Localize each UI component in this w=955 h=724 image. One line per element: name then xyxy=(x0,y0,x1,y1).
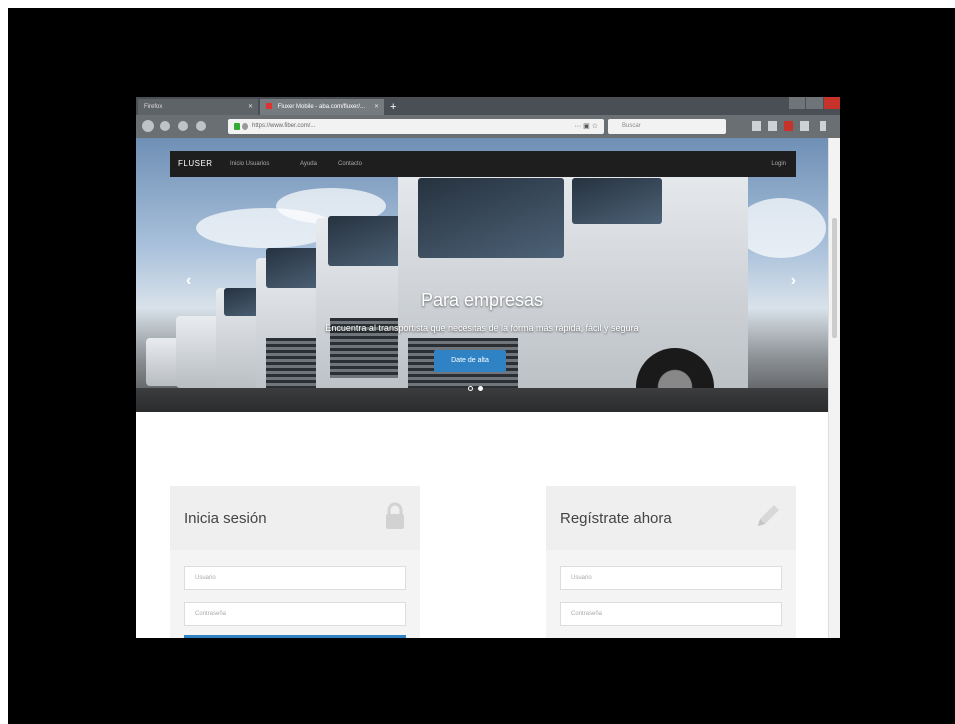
nav-link-login[interactable]: Login xyxy=(771,151,786,177)
close-icon[interactable]: ✕ xyxy=(374,99,379,115)
signup-button[interactable]: Date de alta xyxy=(434,350,506,372)
search-placeholder: Buscar xyxy=(622,123,641,129)
cloud-image xyxy=(736,198,826,258)
login-panel: Inicia sesión Usuario Contraseña xyxy=(170,486,420,638)
window-controls xyxy=(788,97,840,109)
tab-label: Firefox xyxy=(144,104,163,110)
menu-icon[interactable] xyxy=(820,121,826,131)
search-input[interactable]: Buscar xyxy=(608,119,726,134)
hero-carousel: FLUSER Inicio Usuarios Ayuda Contacto Lo… xyxy=(136,138,828,412)
lock-icon xyxy=(386,502,404,529)
home-icon[interactable] xyxy=(196,121,206,131)
page-scrollbar[interactable] xyxy=(828,138,840,638)
carousel-next-icon[interactable]: › xyxy=(791,272,796,290)
truck-window-image xyxy=(418,178,564,258)
hero-subtitle: Encuentra al transportista que necesitas… xyxy=(325,323,639,333)
lock-icon xyxy=(234,123,240,130)
truck-window-image xyxy=(572,178,662,224)
web-page: FLUSER Inicio Usuarios Ayuda Contacto Lo… xyxy=(136,138,828,638)
register-username-field[interactable]: Usuario xyxy=(560,566,782,590)
back-icon[interactable] xyxy=(142,120,154,132)
scrollbar-thumb[interactable] xyxy=(832,218,837,338)
tab-label: Fluxer Mobile - aba.com/fluxer/... xyxy=(277,104,366,110)
carousel-prev-icon[interactable]: ‹ xyxy=(186,272,191,290)
close-icon[interactable]: ✕ xyxy=(248,99,253,115)
forward-icon[interactable] xyxy=(160,121,170,131)
minimize-icon[interactable] xyxy=(789,97,806,109)
register-panel-header: Regístrate ahora xyxy=(546,486,796,550)
road-image xyxy=(136,388,828,412)
login-password-field[interactable]: Contraseña xyxy=(184,602,406,626)
favicon-icon xyxy=(266,103,272,110)
extension-icon[interactable] xyxy=(784,121,793,131)
info-icon[interactable] xyxy=(242,123,248,130)
sidebar-icon[interactable] xyxy=(768,121,777,131)
window-close-icon[interactable] xyxy=(823,97,840,109)
maximize-icon[interactable] xyxy=(806,97,823,109)
register-username-placeholder: Usuario xyxy=(571,575,592,581)
login-title: Inicia sesión xyxy=(184,510,267,527)
library-icon[interactable] xyxy=(752,121,761,131)
login-submit-button[interactable] xyxy=(184,635,406,638)
tab-inactive[interactable]: Firefox ✕ xyxy=(138,99,258,115)
screenshot-icon[interactable] xyxy=(800,121,809,131)
nav-link-contacto[interactable]: Contacto xyxy=(338,151,362,177)
url-text: https://www.fiber.com/... xyxy=(252,123,316,129)
login-password-placeholder: Contraseña xyxy=(195,611,227,617)
carousel-indicators xyxy=(468,386,483,391)
site-logo[interactable]: FLUSER xyxy=(178,151,213,177)
nav-link-inicio[interactable]: Inicio Usuarios xyxy=(230,151,269,177)
site-navbar: FLUSER Inicio Usuarios Ayuda Contacto Lo… xyxy=(170,151,796,177)
register-password-field[interactable]: Contraseña xyxy=(560,602,782,626)
tab-bar: Firefox ✕ Fluxer Mobile - aba.com/fluxer… xyxy=(136,97,840,115)
login-username-placeholder: Usuario xyxy=(195,575,216,581)
register-panel: Regístrate ahora Usuario Contraseña xyxy=(546,486,796,638)
pencil-icon xyxy=(758,505,779,526)
reload-icon[interactable] xyxy=(178,121,188,131)
register-password-placeholder: Contraseña xyxy=(571,611,603,617)
navigation-bar: https://www.fiber.com/... ··· ▣ ☆ Buscar xyxy=(136,115,840,138)
carousel-dot-active[interactable] xyxy=(478,386,483,391)
carousel-dot[interactable] xyxy=(468,386,473,391)
page-actions-icon[interactable]: ··· ▣ ☆ xyxy=(574,119,598,134)
truck-window-image xyxy=(328,216,408,266)
register-title: Regístrate ahora xyxy=(560,510,672,527)
login-username-field[interactable]: Usuario xyxy=(184,566,406,590)
new-tab-icon[interactable]: + xyxy=(390,99,396,115)
login-panel-header: Inicia sesión xyxy=(170,486,420,550)
browser-window: Firefox ✕ Fluxer Mobile - aba.com/fluxer… xyxy=(136,97,840,638)
tab-active[interactable]: Fluxer Mobile - aba.com/fluxer/... ✕ xyxy=(260,99,384,115)
address-bar[interactable]: https://www.fiber.com/... ··· ▣ ☆ xyxy=(228,119,604,134)
hero-title: Para empresas xyxy=(420,290,544,310)
nav-link-ayuda[interactable]: Ayuda xyxy=(300,151,317,177)
